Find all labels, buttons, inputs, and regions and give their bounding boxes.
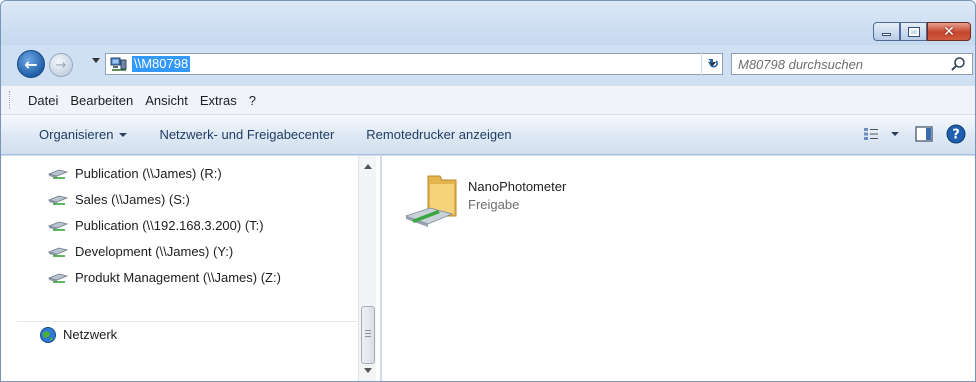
network-drive-icon xyxy=(47,217,71,233)
menu-view[interactable]: Ansicht xyxy=(139,93,194,108)
menu-tools[interactable]: Extras xyxy=(194,93,243,108)
close-button[interactable]: ✕ xyxy=(927,22,971,41)
close-icon: ✕ xyxy=(943,23,955,40)
search-box[interactable] xyxy=(731,53,973,75)
minimize-icon xyxy=(882,33,891,36)
explorer-window: ✕ ← → \\M80798 ↻ M80798 durchsuchen Date… xyxy=(0,0,976,382)
remote-printers-label: Remotedrucker anzeigen xyxy=(366,127,512,142)
tree-item-drive-s[interactable]: Sales (\\James) (S:) xyxy=(47,186,281,212)
network-computer-icon xyxy=(106,54,132,74)
forward-arrow-icon: → xyxy=(55,57,67,73)
svg-text:?: ? xyxy=(952,128,960,143)
network-drive-icon xyxy=(47,191,71,207)
network-center-button[interactable]: Netzwerk- und Freigabecenter xyxy=(149,121,344,149)
menu-help[interactable]: ? xyxy=(243,93,262,108)
view-details-icon xyxy=(864,128,878,140)
maximize-icon xyxy=(907,26,920,37)
tree-item-label: Publication (\\192.168.3.200) (T:) xyxy=(75,217,264,233)
recent-pages-dropdown[interactable] xyxy=(92,58,100,63)
network-drive-icon xyxy=(47,165,71,181)
network-drive-icon xyxy=(47,269,71,285)
back-button[interactable]: ← xyxy=(17,50,45,78)
help-icon: ? xyxy=(946,124,966,144)
chevron-down-icon xyxy=(119,132,128,137)
network-globe-icon xyxy=(39,326,57,344)
menu-file[interactable]: Datei xyxy=(22,93,64,108)
tree-item-drive-t[interactable]: Publication (\\192.168.3.200) (T:) xyxy=(47,212,281,238)
navigation-pane: Publication (\\James) (R:) Sales (\\Jame… xyxy=(1,156,381,381)
title-bar: ✕ xyxy=(1,1,975,45)
network-label: Netzwerk xyxy=(63,327,118,342)
share-type: Freigabe xyxy=(468,197,520,212)
share-name: NanoPhotometer xyxy=(468,179,567,194)
command-bar: Organisieren Netzwerk- und Freigabecente… xyxy=(1,115,975,155)
menu-grip xyxy=(9,91,12,109)
share-text: NanoPhotometer Freigabe xyxy=(468,178,566,230)
forward-button[interactable]: → xyxy=(49,53,73,77)
preview-pane-icon xyxy=(915,126,933,142)
scrollbar-thumb[interactable] xyxy=(361,306,375,364)
drive-tree: Publication (\\James) (R:) Sales (\\Jame… xyxy=(47,160,281,290)
organize-button[interactable]: Organisieren xyxy=(29,121,137,149)
address-row: ← → \\M80798 ↻ xyxy=(1,47,975,81)
shared-folder-icon xyxy=(404,170,464,230)
tree-item-drive-r[interactable]: Publication (\\James) (R:) xyxy=(47,160,281,186)
view-chevron-down-icon xyxy=(891,132,899,136)
scroll-up-arrow-icon[interactable] xyxy=(364,164,372,169)
refresh-icon: ↻ xyxy=(708,56,719,72)
tree-item-label: Produkt Management (\\James) (Z:) xyxy=(75,269,281,285)
tree-item-label: Development (\\James) (Y:) xyxy=(75,243,234,259)
tree-item-drive-z[interactable]: Produkt Management (\\James) (Z:) xyxy=(47,264,281,290)
back-arrow-icon: ← xyxy=(24,54,38,74)
tree-item-label: Publication (\\James) (R:) xyxy=(75,165,222,181)
nav-scrollbar[interactable] xyxy=(358,156,376,381)
network-drive-icon xyxy=(47,243,71,259)
maximize-button[interactable] xyxy=(900,22,927,41)
scroll-down-arrow-icon[interactable] xyxy=(364,368,372,373)
menu-bar: Datei Bearbeiten Ansicht Extras ? xyxy=(1,85,975,115)
help-button[interactable]: ? xyxy=(945,123,967,145)
address-bar[interactable]: \\M80798 xyxy=(105,53,723,75)
refresh-button[interactable]: ↻ xyxy=(701,53,725,75)
search-input[interactable] xyxy=(738,56,938,72)
tree-item-network[interactable]: Netzwerk xyxy=(17,321,357,347)
search-icon[interactable] xyxy=(950,56,966,72)
command-bar-right: ? xyxy=(859,121,967,147)
content-pane: NanoPhotometer Freigabe xyxy=(382,156,975,381)
menu-edit[interactable]: Bearbeiten xyxy=(64,93,139,108)
grip-icon xyxy=(365,330,371,331)
change-view-button[interactable] xyxy=(859,121,903,147)
preview-pane-button[interactable] xyxy=(913,123,935,145)
network-center-label: Netzwerk- und Freigabecenter xyxy=(159,127,335,142)
address-path[interactable]: \\M80798 xyxy=(132,56,191,72)
minimize-button[interactable] xyxy=(873,22,900,41)
caption-buttons: ✕ xyxy=(873,22,971,41)
share-item[interactable]: NanoPhotometer Freigabe xyxy=(404,170,644,230)
tree-item-label: Sales (\\James) (S:) xyxy=(75,191,190,207)
organize-label: Organisieren xyxy=(39,127,114,142)
remote-printers-button[interactable]: Remotedrucker anzeigen xyxy=(356,121,521,149)
tree-item-drive-y[interactable]: Development (\\James) (Y:) xyxy=(47,238,281,264)
